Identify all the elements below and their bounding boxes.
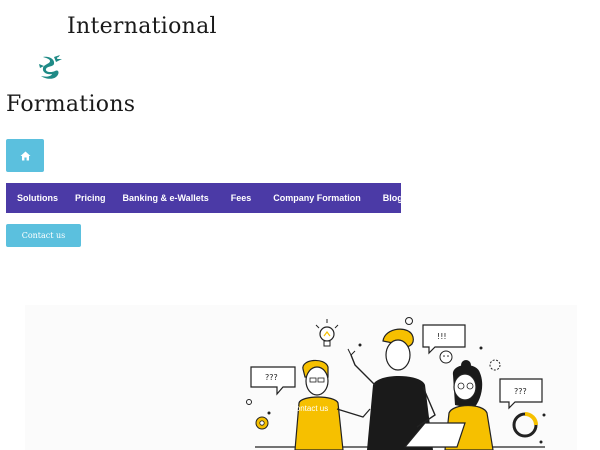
nav-item-banking-ewallets[interactable]: Banking & e-Wallets [123,193,209,203]
home-icon [20,151,30,160]
contact-us-button[interactable]: Contact us [6,224,81,247]
nav-item-company-formation[interactable]: Company Formation [273,193,361,203]
svg-text:???: ??? [514,387,527,396]
nav-item-solutions[interactable]: Solutions [17,193,58,203]
speech-bubble-left: ??? [250,366,296,396]
lightbulb-icon [315,319,339,347]
speech-bubble-right: ??? [499,378,543,410]
brand-name-line-1: International [67,14,217,39]
team-illustration: ??? !!! ??? [246,317,546,450]
nav-item-blog[interactable]: Blog [383,193,403,203]
donut-chart-icon [512,412,538,438]
svg-text:!!!: !!! [437,332,447,341]
main-navigation: Solutions Pricing Banking & e-Wallets Fe… [6,183,403,213]
hero-contact-link[interactable]: Contact us [290,404,328,413]
svg-text:???: ??? [265,373,278,382]
home-button[interactable] [6,139,44,172]
hero-banner: ??? !!! ??? [25,305,577,450]
brand-name-line-2: Formations [6,92,136,117]
nav-item-fees[interactable]: Fees [231,193,252,203]
nav-item-pricing[interactable]: Pricing [75,193,106,203]
dragon-logo-icon[interactable] [37,54,63,82]
speech-bubble-top: !!! [422,324,466,355]
gear-icon [255,416,269,430]
